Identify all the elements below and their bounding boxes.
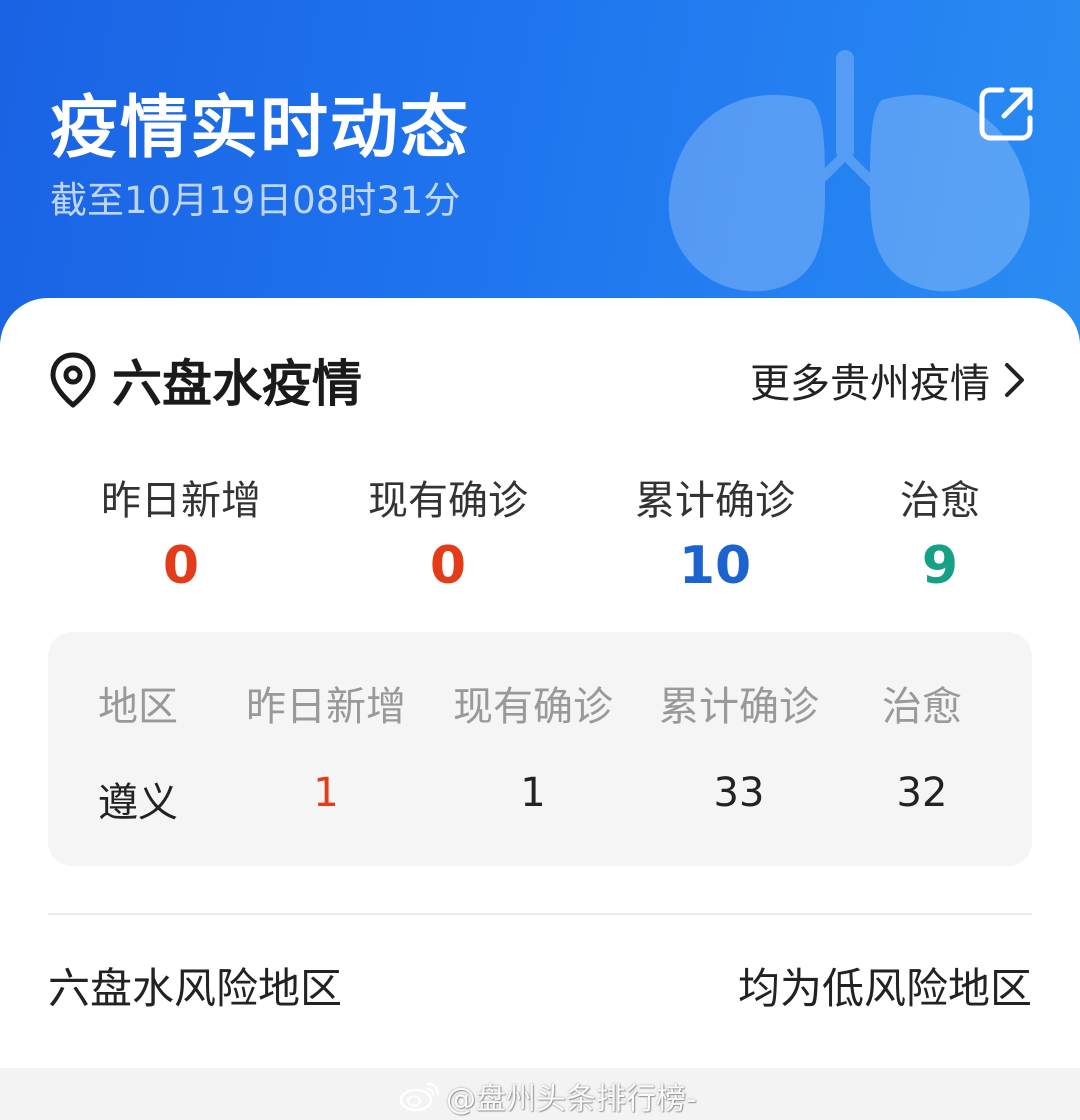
- table-header-total: 累计确诊: [659, 684, 819, 730]
- table-header-cured: 治愈: [882, 684, 962, 730]
- stat-value: 0: [429, 536, 467, 596]
- risk-area-label: 六盘水风险地区: [48, 964, 343, 1013]
- lungs-illustration-icon: [668, 50, 1030, 292]
- stat-cured: 治愈 9: [830, 468, 1050, 596]
- table-cell-cured: 32: [896, 770, 948, 816]
- stat-value: 10: [678, 536, 752, 596]
- watermark-text: @盘州头条排行榜-: [446, 1082, 697, 1117]
- stat-label: 现有确诊: [368, 478, 528, 524]
- weibo-logo-icon: [399, 1082, 440, 1112]
- table-cell-new: 1: [313, 770, 339, 816]
- stat-total-confirmed: 累计确诊 10: [605, 468, 825, 596]
- stat-label: 累计确诊: [635, 478, 795, 524]
- location-pin-icon: [50, 352, 96, 408]
- watermark: @盘州头条排行榜-: [398, 1074, 697, 1118]
- table-cell-region: 遵义: [98, 780, 178, 826]
- table-cell-current: 1: [520, 770, 546, 816]
- chevron-right-icon: [1005, 363, 1024, 397]
- section-divider: [48, 913, 1032, 915]
- table-header-current: 现有确诊: [453, 684, 613, 730]
- stat-current-confirmed: 现有确诊 0: [338, 468, 558, 596]
- stat-value: 9: [921, 536, 959, 596]
- stat-new-yesterday: 昨日新增 0: [71, 468, 291, 596]
- stat-value: 0: [162, 536, 200, 596]
- stat-label: 治愈: [900, 478, 980, 524]
- page-title: 疫情实时动态: [50, 89, 471, 168]
- share-external-icon[interactable]: [978, 84, 1036, 142]
- city-title: 六盘水疫情: [112, 355, 362, 413]
- table-header-new: 昨日新增: [246, 684, 406, 730]
- update-time: 截至10月19日08时31分: [50, 179, 461, 222]
- stat-label: 昨日新增: [101, 478, 261, 524]
- table-cell-total: 33: [713, 770, 765, 816]
- city-title-row: 六盘水疫情: [48, 345, 362, 415]
- more-guizhou-link[interactable]: 更多贵州疫情: [750, 352, 1028, 408]
- more-link-label: 更多贵州疫情: [750, 361, 990, 407]
- risk-area-value: 均为低风险地区: [737, 964, 1032, 1013]
- region-table: 地区 昨日新增 现有确诊 累计确诊 治愈 遵义 1 1 33 32: [48, 632, 1032, 866]
- table-header-region: 地区: [98, 684, 178, 730]
